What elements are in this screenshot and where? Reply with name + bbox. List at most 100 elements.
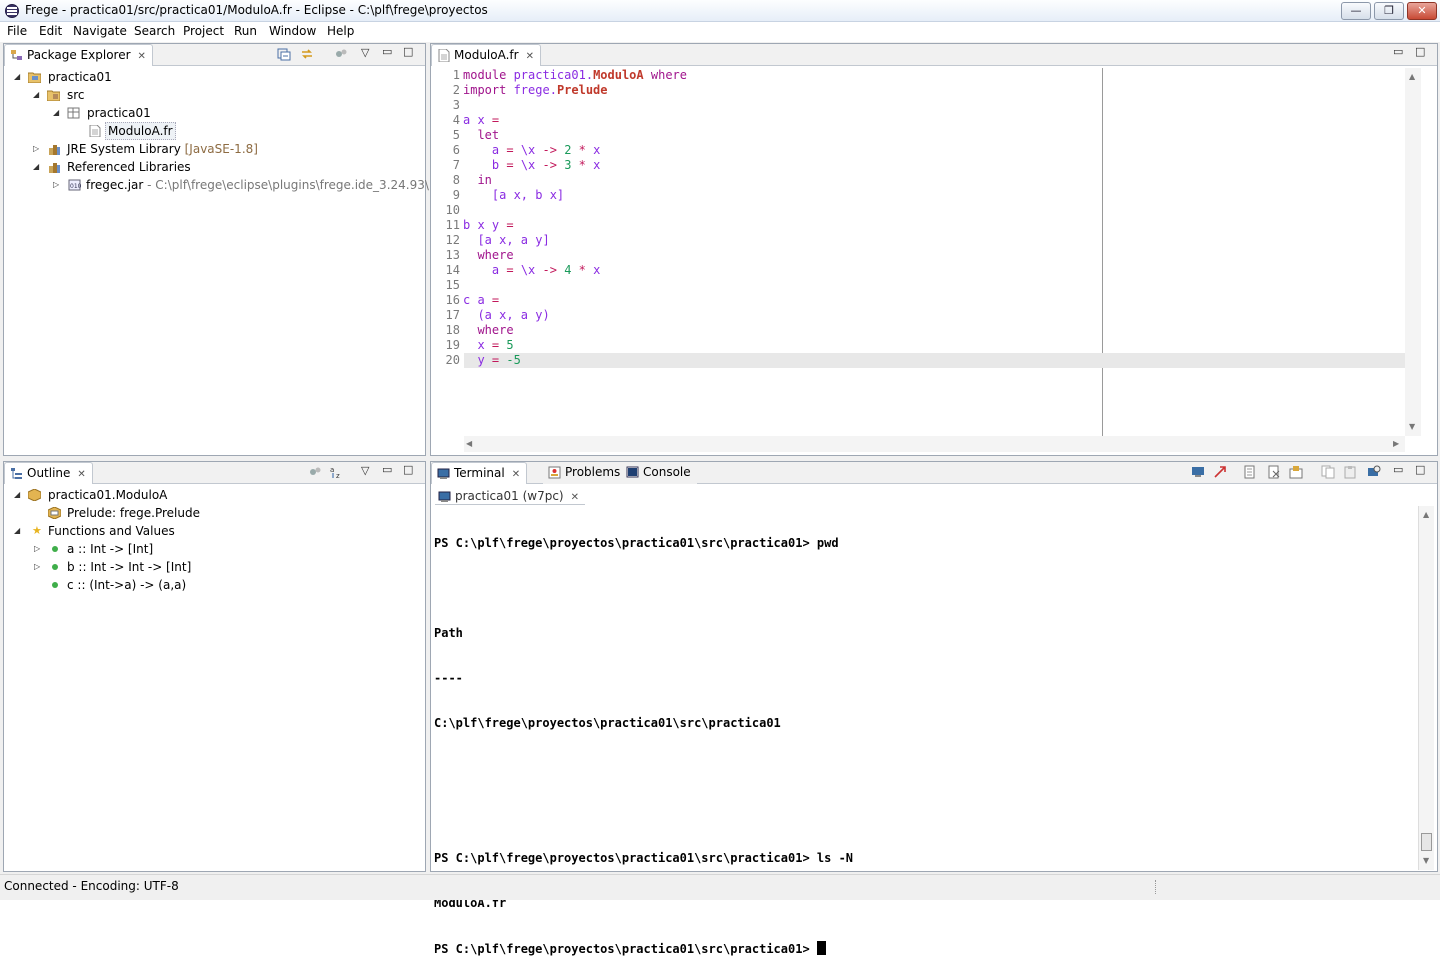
close-window-button[interactable]: ✕ [1407, 2, 1437, 20]
terminal-output[interactable]: PS C:\plf\frege\proyectos\practica01\src… [434, 506, 853, 972]
maximize-view-icon[interactable]: □ [1415, 463, 1425, 476]
scroll-up-icon[interactable]: ▲ [1409, 72, 1415, 81]
collapse-arrow-icon[interactable]: ◢ [14, 486, 20, 504]
pin-icon[interactable] [1289, 465, 1303, 479]
maximize-view-icon[interactable]: □ [403, 463, 413, 476]
maximize-view-icon[interactable]: □ [1415, 45, 1425, 58]
bottom-tabrow: Terminal ✕ Problems Console ▭ □ [431, 462, 1437, 484]
code-line[interactable]: b = \x -> 3 * x [463, 158, 600, 173]
menu-help[interactable]: Help [327, 24, 354, 38]
maximize-view-icon[interactable]: □ [403, 45, 413, 58]
close-tab-icon[interactable]: ✕ [138, 51, 146, 62]
tab-moduloa-fr[interactable]: ModuloA.fr ✕ [431, 44, 541, 66]
code-line[interactable]: import frege.Prelude [463, 83, 608, 98]
menu-edit[interactable]: Edit [39, 24, 62, 38]
terminal-session-tab[interactable]: practica01 (w7pc) ✕ [435, 487, 585, 505]
scroll-up-icon[interactable]: ▲ [1423, 510, 1429, 519]
sort-alphabetically-icon[interactable]: az [330, 465, 344, 479]
code-line[interactable]: [a x, b x] [463, 188, 564, 203]
minimize-view-icon[interactable]: ▭ [1393, 463, 1403, 476]
minimize-view-icon[interactable]: ▭ [382, 463, 392, 476]
tab-console[interactable]: Console [621, 462, 697, 484]
line-number: 19 [445, 338, 460, 352]
code-line[interactable]: where [463, 323, 513, 338]
collapse-all-icon[interactable] [277, 47, 291, 61]
expand-arrow-icon[interactable]: ▷ [34, 540, 40, 558]
terminal-vertical-scrollbar[interactable]: ▲ ▼ [1418, 506, 1434, 870]
menu-search[interactable]: Search [134, 24, 175, 38]
eclipse-logo-icon [5, 4, 19, 18]
editor-vertical-scrollbar[interactable]: ▲ ▼ [1405, 68, 1421, 436]
close-tab-icon[interactable]: ✕ [512, 469, 520, 480]
minimize-window-button[interactable]: — [1341, 2, 1371, 20]
link-with-editor-icon[interactable] [300, 47, 314, 61]
public-function-icon [52, 564, 58, 570]
close-session-icon[interactable]: ✕ [571, 492, 579, 503]
expand-arrow-icon[interactable]: ▷ [34, 558, 40, 576]
collapse-arrow-icon[interactable]: ◢ [14, 522, 20, 540]
code-line[interactable]: a x = [463, 113, 499, 128]
view-menu-icon[interactable]: ▽ [361, 46, 369, 59]
scroll-down-icon[interactable]: ▼ [1423, 856, 1429, 865]
editor-tabrow: ModuloA.fr ✕ ▭ □ [431, 44, 1437, 66]
disconnect-icon[interactable] [1213, 465, 1227, 479]
display-selected-console-icon[interactable] [1367, 465, 1381, 479]
scrollbar-thumb[interactable] [1421, 833, 1432, 851]
clear-console-icon[interactable] [1267, 465, 1281, 479]
public-function-icon [52, 546, 58, 552]
code-line[interactable]: c a = [463, 293, 499, 308]
menu-file[interactable]: File [7, 24, 27, 38]
code-line[interactable]: x = 5 [463, 338, 513, 353]
code-line[interactable]: module practica01.ModuloA where [463, 68, 687, 83]
code-line[interactable]: y = -5 [463, 353, 520, 368]
menu-run[interactable]: Run [234, 24, 257, 38]
close-tab-icon[interactable]: ✕ [77, 469, 85, 480]
library-icon [49, 145, 60, 155]
collapse-arrow-icon[interactable]: ◢ [33, 86, 39, 104]
scroll-right-icon[interactable]: ▶ [1393, 439, 1399, 448]
code-line[interactable]: (a x, a y) [463, 308, 549, 323]
focus-icon[interactable] [334, 47, 348, 61]
code-line[interactable]: [a x, a y] [463, 233, 549, 248]
editor-view: ModuloA.fr ✕ ▭ □ ▲ ▼ ◀ ▶ [430, 43, 1438, 456]
code-line[interactable]: a = \x -> 2 * x [463, 143, 600, 158]
code-line[interactable]: let [463, 128, 499, 143]
collapse-arrow-icon[interactable]: ◢ [14, 68, 20, 86]
close-tab-icon[interactable]: ✕ [526, 51, 534, 62]
tab-problems[interactable]: Problems [543, 462, 627, 484]
outline-tabrow: Outline ✕ az ▽ ▭ □ [4, 462, 425, 484]
minimize-view-icon[interactable]: ▭ [382, 45, 392, 58]
menu-navigate[interactable]: Navigate [73, 24, 127, 38]
expand-arrow-icon[interactable]: ▷ [33, 140, 39, 158]
tab-outline[interactable]: Outline ✕ [4, 462, 93, 484]
focus-icon[interactable] [308, 465, 322, 479]
terminal-line: PS C:\plf\frege\proyectos\practica01\src… [434, 536, 839, 550]
tab-package-explorer[interactable]: Package Explorer ✕ [4, 44, 153, 66]
status-bar: Connected - Encoding: UTF-8 [0, 874, 1440, 900]
tab-terminal[interactable]: Terminal ✕ [431, 462, 528, 484]
line-number: 20 [445, 353, 460, 367]
menu-project[interactable]: Project [183, 24, 224, 38]
view-menu-icon[interactable]: ▽ [361, 464, 369, 477]
svg-text:010: 010 [70, 183, 81, 190]
scroll-lock-icon[interactable] [1243, 465, 1257, 479]
line-number: 2 [452, 83, 460, 97]
expand-arrow-icon[interactable]: ▷ [53, 176, 59, 194]
restore-window-button[interactable]: ❐ [1374, 2, 1404, 20]
paste-icon[interactable] [1343, 465, 1357, 479]
scroll-left-icon[interactable]: ◀ [466, 439, 472, 448]
code-line[interactable]: in [463, 173, 491, 188]
editor-horizontal-scrollbar[interactable]: ◀ ▶ [464, 436, 1405, 452]
code-line[interactable]: where [463, 248, 513, 263]
menu-window[interactable]: Window [269, 24, 316, 38]
code-line[interactable]: b x y = [463, 218, 514, 233]
collapse-arrow-icon[interactable]: ◢ [33, 158, 39, 176]
copy-icon[interactable] [1321, 465, 1335, 479]
open-terminal-icon[interactable] [1191, 465, 1205, 479]
line-number: 4 [452, 113, 460, 127]
scroll-down-icon[interactable]: ▼ [1409, 422, 1415, 431]
minimize-view-icon[interactable]: ▭ [1393, 45, 1403, 58]
code-line[interactable]: a = \x -> 4 * x [463, 263, 600, 278]
tree-item-label: practica01 [48, 70, 112, 84]
collapse-arrow-icon[interactable]: ◢ [53, 104, 59, 122]
